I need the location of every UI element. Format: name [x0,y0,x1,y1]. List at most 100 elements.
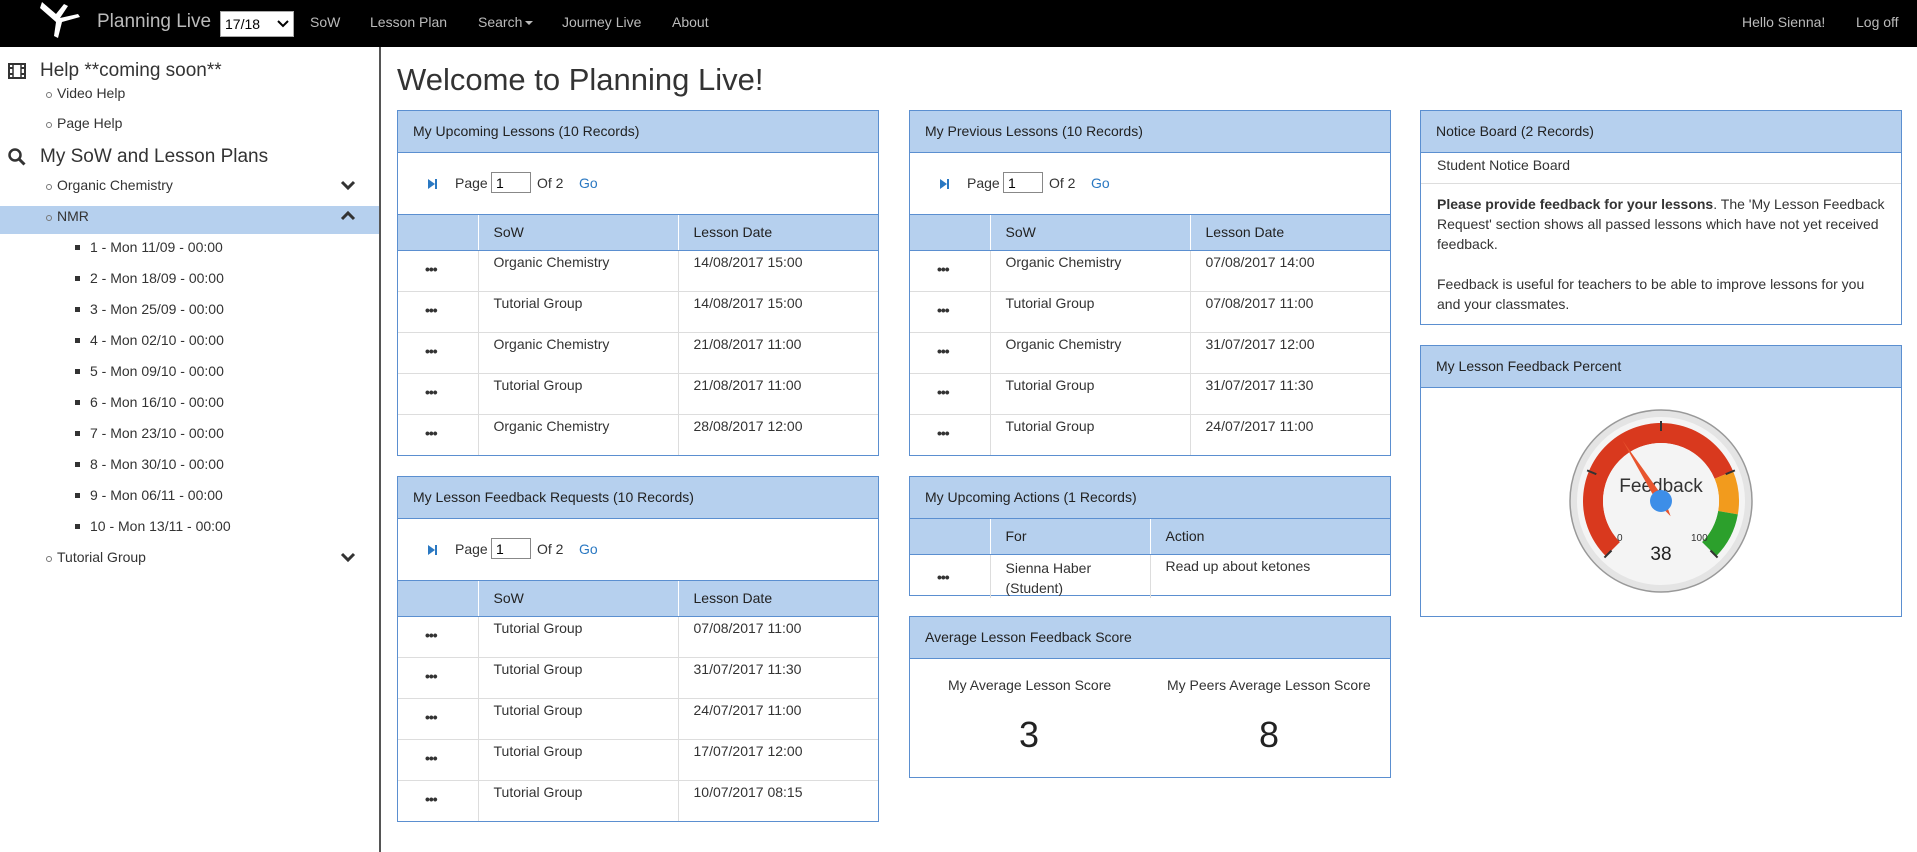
cell-sow: Tutorial Group [477,616,678,658]
sidebar-lesson-item[interactable]: 8 - Mon 30/10 - 00:00 [75,456,224,472]
feedback-gauge: Feedback 0 100 38 [1569,409,1753,593]
notice-board-panel: Notice Board (2 Records) Student Notice … [1420,110,1902,325]
my-average-label: My Average Lesson Score [948,677,1112,693]
cell-sow: Tutorial Group [477,373,678,415]
row-menu-icon[interactable]: ••• [398,250,478,292]
cell-date: 31/07/2017 11:30 [1189,373,1390,415]
chevron-up-icon[interactable] [340,208,356,224]
sidebar-lesson-item[interactable]: 1 - Mon 11/09 - 00:00 [75,239,223,255]
nav-link-journey-live[interactable]: Journey Live [562,14,641,30]
nav-link-lesson-plan[interactable]: Lesson Plan [370,14,447,30]
cell-date: 21/08/2017 11:00 [677,332,878,374]
sidebar-lesson-item[interactable]: 10 - Mon 13/11 - 00:00 [75,518,231,534]
cell-sow: Organic Chemistry [477,414,678,455]
sidebar-item-page-help[interactable]: Page Help [45,115,122,131]
row-menu-icon[interactable]: ••• [398,332,478,374]
panel-title: My Lesson Feedback Percent [1421,346,1901,388]
panel-title: Average Lesson Feedback Score [910,617,1390,659]
cell-action: Read up about ketones [1149,554,1390,598]
nav-link-search-label: Search [478,14,523,30]
sidebar-lesson-item[interactable]: 2 - Mon 18/09 - 00:00 [75,270,224,286]
cell-date: 14/08/2017 15:00 [677,250,878,292]
sidebar: Help **coming soon** Video Help Page Hel… [0,47,381,852]
previous-lessons-table: SoW Lesson Date ••• Organic Chemistry 07/08… [910,215,1390,455]
feedback-requests-table: SoW Lesson Date ••• Tutorial Group 07/08/20… [398,581,878,821]
pager: Page Of 2 Go [398,519,878,581]
row-menu-icon[interactable]: ••• [398,780,478,821]
table-row: ••• Organic Chemistry 28/08/2017 12:00 [398,414,878,455]
sidebar-lesson-item[interactable]: 4 - Mon 02/10 - 00:00 [75,332,224,348]
skip-first-icon[interactable] [426,178,438,190]
nav-link-about[interactable]: About [672,14,709,30]
column-header: SoW [477,215,678,251]
column-header: SoW [477,581,678,617]
row-menu-icon[interactable]: ••• [910,332,990,374]
row-menu-icon[interactable]: ••• [398,616,478,658]
skip-first-icon[interactable] [426,544,438,556]
sidebar-item-tutorial-group[interactable]: Tutorial Group [46,549,146,565]
cell-sow: Tutorial Group [477,780,678,821]
sidebar-lesson-item[interactable]: 7 - Mon 23/10 - 00:00 [75,425,224,441]
go-link[interactable]: Go [579,175,598,191]
upcoming-actions-panel: My Upcoming Actions (1 Records) For Actio… [909,476,1391,598]
chevron-down-icon[interactable] [340,177,356,193]
row-menu-icon[interactable]: ••• [910,291,990,333]
row-menu-icon[interactable]: ••• [910,250,990,292]
row-menu-icon[interactable]: ••• [398,373,478,415]
table-row: ••• Organic Chemistry 07/08/2017 14:00 [910,250,1390,292]
year-select[interactable]: 17/18 [220,11,294,37]
panel-title: My Lesson Feedback Requests (10 Records) [398,477,878,519]
column-header [398,215,478,251]
table-row: ••• Tutorial Group 17/07/2017 12:00 [398,739,878,781]
page-number-input[interactable] [491,538,531,559]
sidebar-lesson-item[interactable]: 5 - Mon 09/10 - 00:00 [75,363,224,379]
brand-name[interactable]: Planning Live [97,11,211,33]
go-link[interactable]: Go [1091,175,1110,191]
search-icon [8,148,26,166]
panel-title: Notice Board (2 Records) [1421,111,1901,153]
sidebar-item-organic-chemistry[interactable]: Organic Chemistry [46,177,173,193]
cell-sow: Tutorial Group [989,414,1190,455]
sidebar-item-video-help[interactable]: Video Help [45,85,125,101]
cell-sow: Organic Chemistry [989,250,1190,292]
go-link[interactable]: Go [579,541,598,557]
upcoming-lessons-table: SoW Lesson Date ••• Organic Chemistry 14/08… [398,215,878,455]
logoff-link[interactable]: Log off [1856,14,1899,30]
sidebar-section-sow[interactable]: My SoW and Lesson Plans [8,146,268,168]
column-header: For [989,519,1150,555]
nav-link-sow[interactable]: SoW [310,14,340,30]
row-menu-icon[interactable]: ••• [398,657,478,699]
nav-link-search[interactable]: Search [478,14,534,30]
column-header: Lesson Date [677,215,878,251]
panel-title: My Previous Lessons (10 Records) [910,111,1390,153]
sidebar-section-help[interactable]: Help **coming soon** [8,60,222,82]
skip-first-icon[interactable] [938,178,950,190]
notice-body: Student Notice Board Please provide feed… [1421,153,1901,314]
pager: Page Of 2 Go [398,153,878,215]
row-menu-icon[interactable]: ••• [398,698,478,740]
page-number-input[interactable] [1003,172,1043,193]
cell-sow: Organic Chemistry [989,332,1190,374]
sidebar-lesson-item[interactable]: 6 - Mon 16/10 - 00:00 [75,394,224,410]
top-navbar: Planning Live 17/18 SoW Lesson Plan Sear… [0,0,1917,47]
sidebar-item-nmr[interactable]: NMR [46,208,89,224]
upcoming-actions-table: For Action ••• Sienna Haber (Student) Read … [910,519,1390,598]
page-number-input[interactable] [491,172,531,193]
chevron-down-icon[interactable] [340,549,356,565]
row-menu-icon[interactable]: ••• [910,554,990,598]
table-row: ••• Tutorial Group 14/08/2017 15:00 [398,291,878,333]
column-header: Lesson Date [1189,215,1390,251]
row-menu-icon[interactable]: ••• [910,373,990,415]
my-average-value: 3 [1019,714,1040,755]
user-greeting[interactable]: Hello Sienna! [1742,14,1825,30]
sidebar-lesson-item[interactable]: 9 - Mon 06/11 - 00:00 [75,487,223,503]
row-menu-icon[interactable]: ••• [910,414,990,455]
sidebar-section-help-label: Help **coming soon** [40,60,222,81]
row-menu-icon[interactable]: ••• [398,739,478,781]
row-menu-icon[interactable]: ••• [398,414,478,455]
sidebar-lesson-item[interactable]: 3 - Mon 25/09 - 00:00 [75,301,224,317]
row-menu-icon[interactable]: ••• [398,291,478,333]
cell-for: Sienna Haber (Student) [989,554,1150,598]
logo-icon[interactable] [34,0,84,44]
notice-board-name: Student Notice Board [1421,153,1901,184]
